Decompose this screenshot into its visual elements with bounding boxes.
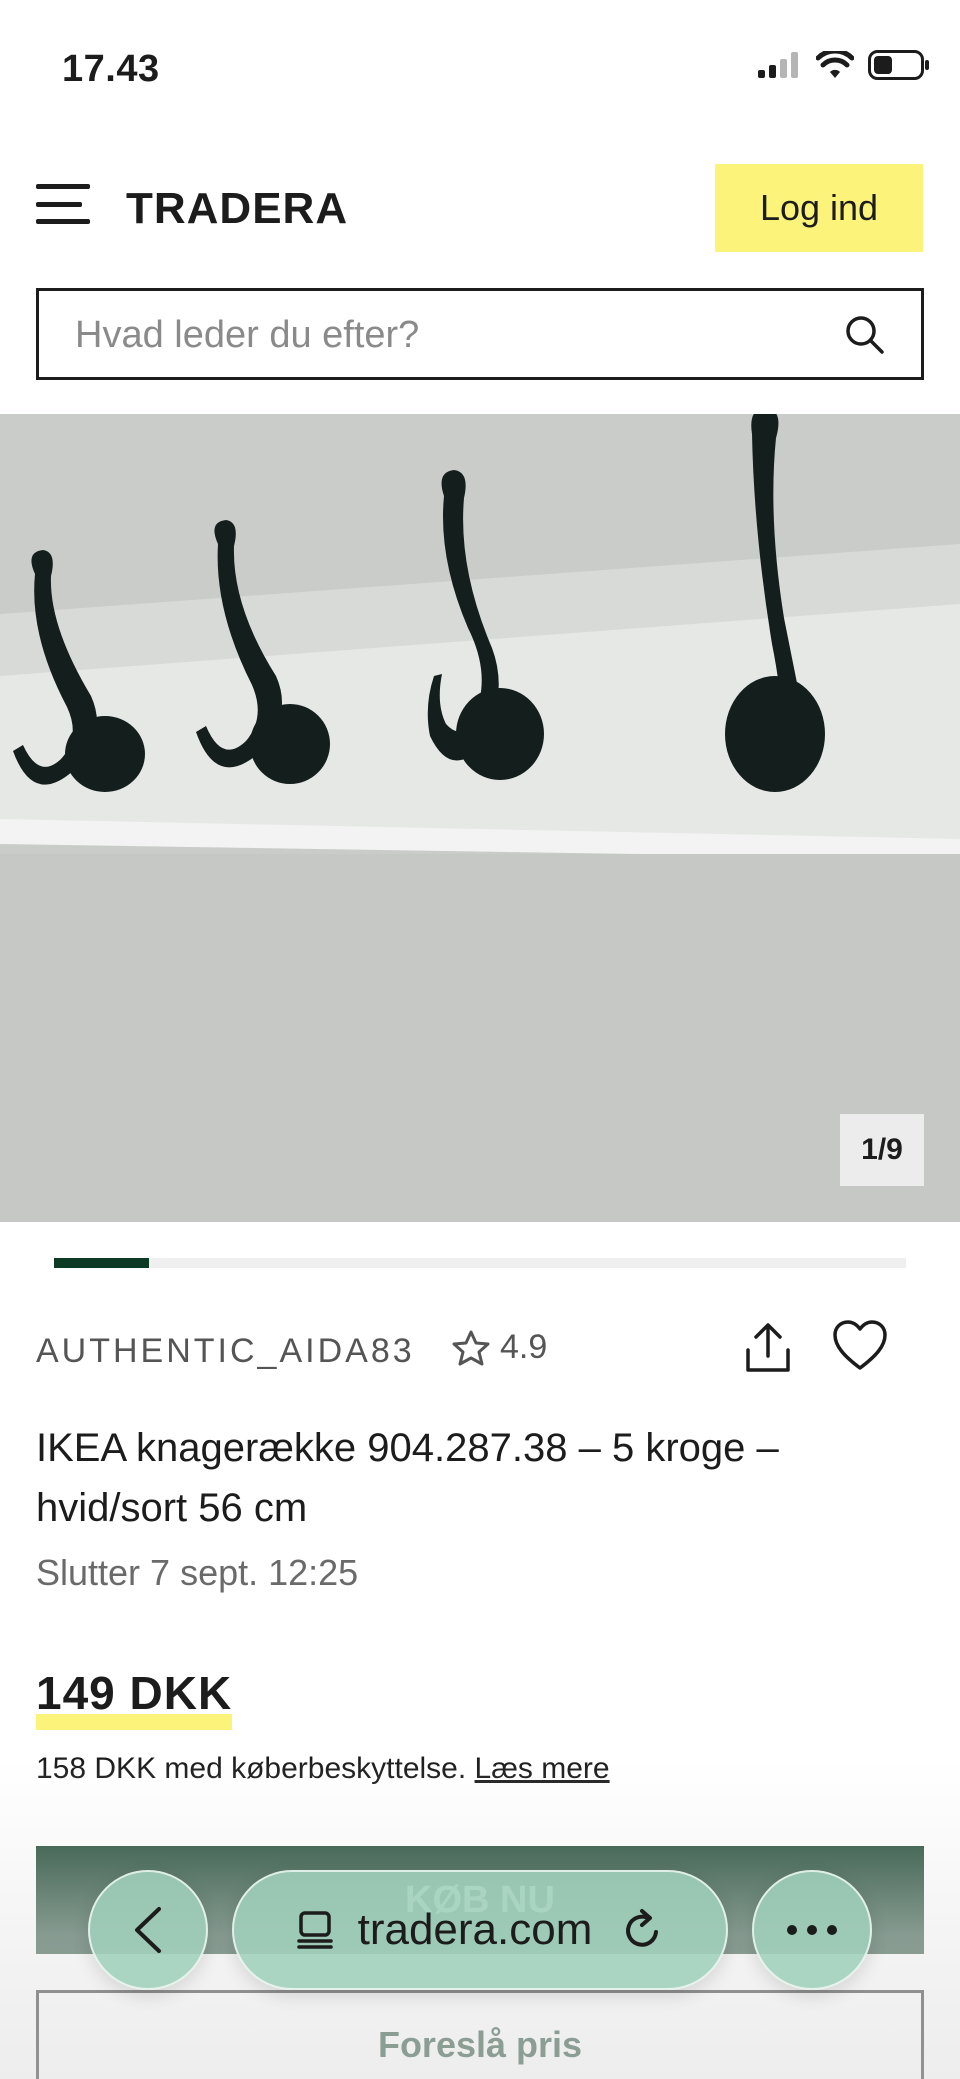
browser-more-button[interactable] xyxy=(752,1870,872,1990)
read-more-link[interactable]: Læs mere xyxy=(475,1752,610,1785)
login-button[interactable]: Log ind xyxy=(715,164,923,252)
seller-row: AUTHENTIC_AIDA83 4.9 xyxy=(36,1320,924,1380)
price-highlight xyxy=(36,1714,233,1730)
image-counter: 1/9 xyxy=(840,1114,924,1186)
seller-name[interactable]: AUTHENTIC_AIDA83 xyxy=(36,1332,415,1371)
search-box xyxy=(36,288,924,380)
status-time: 17.43 xyxy=(62,48,160,90)
tradera-logo[interactable]: TRADERA xyxy=(126,184,348,234)
price-value: 149 DKK xyxy=(36,1667,233,1719)
status-icons xyxy=(758,50,930,80)
reload-icon[interactable] xyxy=(622,1908,664,1952)
browser-address-bar[interactable]: tradera.com xyxy=(232,1870,728,1990)
wifi-icon xyxy=(816,51,854,78)
buyer-protection-text: 158 DKK med køberbeskyttelse. xyxy=(36,1752,467,1785)
hamburger-menu-icon[interactable] xyxy=(36,184,90,224)
search-icon[interactable] xyxy=(845,315,885,355)
search-input[interactable] xyxy=(75,309,835,361)
listing-price: 149 DKK xyxy=(36,1666,233,1730)
heart-icon[interactable] xyxy=(832,1320,888,1372)
price-block: 149 DKK xyxy=(36,1666,233,1730)
suggest-price-button[interactable]: Foreslå pris xyxy=(36,1990,924,2079)
buyer-protection: 158 DKK med køberbeskyttelse. Læs mere xyxy=(36,1752,610,1786)
seller-rating: 4.9 xyxy=(452,1328,547,1367)
browser-url: tradera.com xyxy=(357,1905,593,1954)
browser-back-button[interactable] xyxy=(88,1870,208,1990)
chevron-left-icon xyxy=(135,1907,161,1953)
listing-title: IKEA knagerække 904.287.38 – 5 kroge – h… xyxy=(36,1426,779,1530)
site-header: TRADERA Log ind xyxy=(0,162,960,252)
listing-end-time: Slutter 7 sept. 12:25 xyxy=(36,1552,359,1593)
browser-toolbar: tradera.com xyxy=(0,1866,960,1996)
share-icon[interactable] xyxy=(742,1320,794,1376)
gallery-progress-track xyxy=(54,1258,906,1268)
coat-hook-rail-photo xyxy=(0,414,960,1222)
more-dots-icon xyxy=(787,1925,837,1935)
star-icon xyxy=(452,1330,490,1365)
tab-overview-icon[interactable] xyxy=(296,1910,334,1950)
gallery-progress-fill xyxy=(54,1258,149,1268)
product-image[interactable]: 1/9 xyxy=(0,414,960,1222)
rating-value: 4.9 xyxy=(500,1328,548,1366)
signal-icon xyxy=(758,52,798,78)
battery-icon xyxy=(868,50,929,80)
status-bar: 17.43 xyxy=(0,0,960,140)
